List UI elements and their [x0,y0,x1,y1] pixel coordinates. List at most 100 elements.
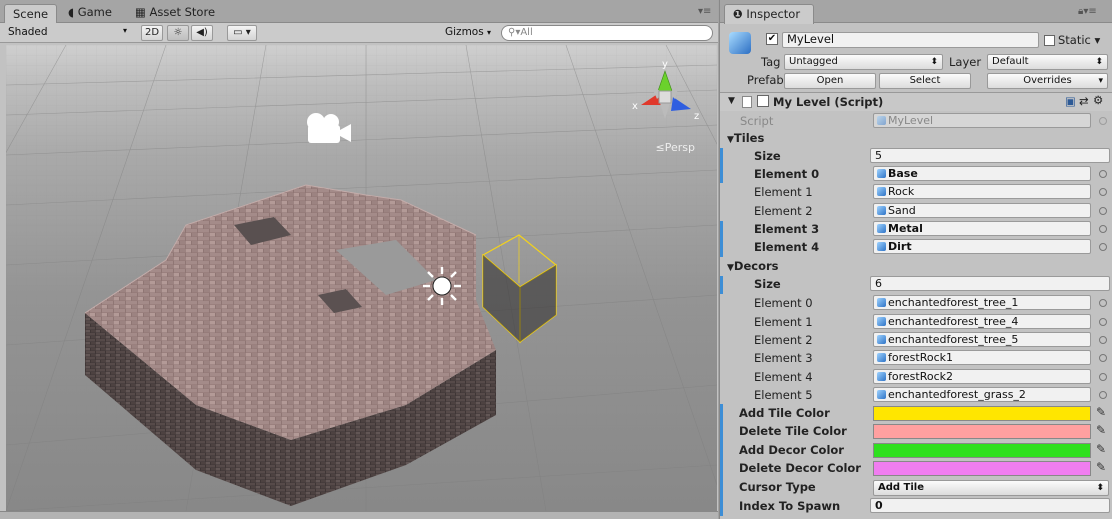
effects-dropdown[interactable]: ▭ ▾ [227,25,257,41]
tab-asset-store[interactable]: ▦ Asset Store [127,3,223,23]
tiles-element-label: Element 3 [754,222,820,236]
eyedropper-icon[interactable]: ✎ [1096,443,1108,456]
decors-element-label: Element 1 [754,315,813,329]
scene-panel: Scene ◖ Game ▦ Asset Store ▾≡ Shaded ▾ 2D… [0,0,718,519]
eyedropper-icon[interactable]: ✎ [1096,406,1108,419]
delete-tile-color-label: Delete Tile Color [739,424,847,438]
prefab-select-button[interactable]: Select [879,73,971,89]
tiles-element-field[interactable]: Base [873,166,1091,181]
tiles-element-field[interactable]: Dirt [873,239,1091,254]
pacman-icon: ◖ [68,5,75,19]
active-checkbox[interactable]: ✔ [766,33,778,45]
projection-label[interactable]: ≤Persp [656,141,695,154]
object-picker-icon[interactable] [1099,225,1107,233]
tag-dropdown[interactable]: Untagged ⬍ [784,54,943,70]
tiles-element-field[interactable]: Metal [873,221,1091,236]
delete-tile-color-swatch[interactable] [873,424,1091,439]
search-icon: ⚲▾ [508,27,521,38]
tiles-foldout[interactable]: ▼Tiles [727,131,764,145]
object-picker-icon[interactable] [1099,354,1107,362]
foldout-arrow-icon[interactable]: ▼ [728,96,735,106]
lock-icon[interactable]: 🔒︎▾≡ [1078,6,1097,17]
decors-size-field[interactable]: 6 [870,276,1110,291]
override-indicator [720,404,723,516]
component-title: My Level (Script) [773,95,884,109]
static-checkbox[interactable] [1044,35,1055,46]
object-picker-icon[interactable] [1099,243,1107,251]
object-picker-icon[interactable] [1099,170,1107,178]
eyedropper-icon[interactable]: ✎ [1096,424,1108,437]
selection-indicator [720,148,723,166]
prefab-open-button[interactable]: Open [784,73,876,89]
gameobject-cube-icon [729,32,751,54]
prefab-overrides-dropdown[interactable]: Overrides ▾ [987,73,1108,89]
tab-game[interactable]: ◖ Game [60,3,120,23]
chevron-down-icon: ▾ [487,28,492,37]
inspector-panel: ❶ Inspector 🔒︎▾≡ ✔ MyLevel Static ▾ Tag … [719,0,1112,519]
tiles-size-field[interactable]: 5 [870,148,1110,163]
scene-toolbar: Shaded ▾ 2D ☼ ◀) ▭ ▾ Gizmos ▾ ⚲▾All [0,23,718,43]
foldout-arrow-icon: ▼ [727,135,734,145]
decors-element-field[interactable]: forestRock2 [873,369,1091,384]
override-indicator [720,165,723,183]
gear-icon[interactable]: ⚙ [1093,93,1103,107]
info-icon: ❶ [733,7,743,21]
object-picker-icon[interactable] [1099,207,1107,215]
add-decor-color-label: Add Decor Color [739,443,844,457]
tiles-element-field[interactable]: Sand [873,203,1091,218]
tab-scene[interactable]: Scene [4,4,58,24]
foldout-arrow-icon: ▼ [727,263,734,273]
decors-element-field[interactable]: forestRock1 [873,350,1091,365]
chevron-left-icon: ≤ [655,141,665,154]
scene-search-input[interactable]: ⚲▾All [501,25,713,41]
eyedropper-icon[interactable]: ✎ [1096,461,1108,474]
scene-viewport[interactable]: y x z ≤Persp [6,45,717,511]
store-icon: ▦ [135,5,146,19]
tab-menu-icon[interactable]: ▾≡ [698,6,711,17]
object-picker-icon[interactable] [1099,188,1107,196]
object-name-field[interactable]: MyLevel [782,32,1039,48]
axis-y-label: y [662,59,668,70]
add-decor-color-swatch[interactable] [873,443,1091,458]
presets-icon[interactable]: ⇄ [1079,94,1089,108]
sun-icon: ☼ [173,27,183,38]
chevron-down-icon: ▾ [122,26,127,35]
speaker-icon: ◀) [196,27,208,38]
add-tile-color-swatch[interactable] [873,406,1091,421]
object-picker-icon[interactable] [1099,373,1107,381]
index-to-spawn-label: Index To Spawn [739,499,841,513]
object-picker-icon[interactable] [1099,336,1107,344]
decors-element-field[interactable]: enchantedforest_tree_4 [873,314,1091,329]
prefab-label: Prefab [747,73,784,87]
add-tile-color-label: Add Tile Color [739,406,830,420]
directional-light-icon [423,267,461,305]
decors-element-label: Element 2 [754,333,813,347]
layer-dropdown[interactable]: Default ⬍ [987,54,1108,70]
delete-decor-color-swatch[interactable] [873,461,1091,476]
decors-size-label: Size [754,277,781,291]
component-enabled-checkbox[interactable] [757,95,769,107]
tiles-element-field[interactable]: Rock [873,184,1091,199]
index-to-spawn-field[interactable]: 0 [870,498,1110,513]
image-icon: ▭ [233,27,243,38]
2d-toggle-button[interactable]: 2D [141,25,163,41]
scene-svg: y x z [6,45,717,511]
scene-audio-toggle[interactable]: ◀) [191,25,213,41]
decors-element-field[interactable]: enchantedforest_tree_5 [873,332,1091,347]
layer-label: Layer [949,55,982,69]
gizmos-dropdown[interactable]: Gizmos ▾ [441,25,497,41]
decors-foldout[interactable]: ▼Decors [727,259,779,273]
shading-mode-dropdown[interactable]: Shaded ▾ [4,25,129,41]
help-icon[interactable]: ▣ [1065,94,1076,108]
object-picker-icon[interactable] [1099,318,1107,326]
tab-inspector[interactable]: ❶ Inspector [724,4,814,24]
decors-element-field[interactable]: enchantedforest_tree_1 [873,295,1091,310]
object-picker-icon[interactable] [1099,117,1107,125]
object-picker-icon[interactable] [1099,299,1107,307]
object-picker-icon[interactable] [1099,391,1107,399]
cursor-type-dropdown[interactable]: Add Tile ⬍ [873,480,1109,496]
decors-element-field[interactable]: enchantedforest_grass_2 [873,387,1091,402]
decors-element-label: Element 5 [754,388,813,402]
scene-lighting-toggle[interactable]: ☼ [167,25,189,41]
tiles-size-label: Size [754,149,781,163]
